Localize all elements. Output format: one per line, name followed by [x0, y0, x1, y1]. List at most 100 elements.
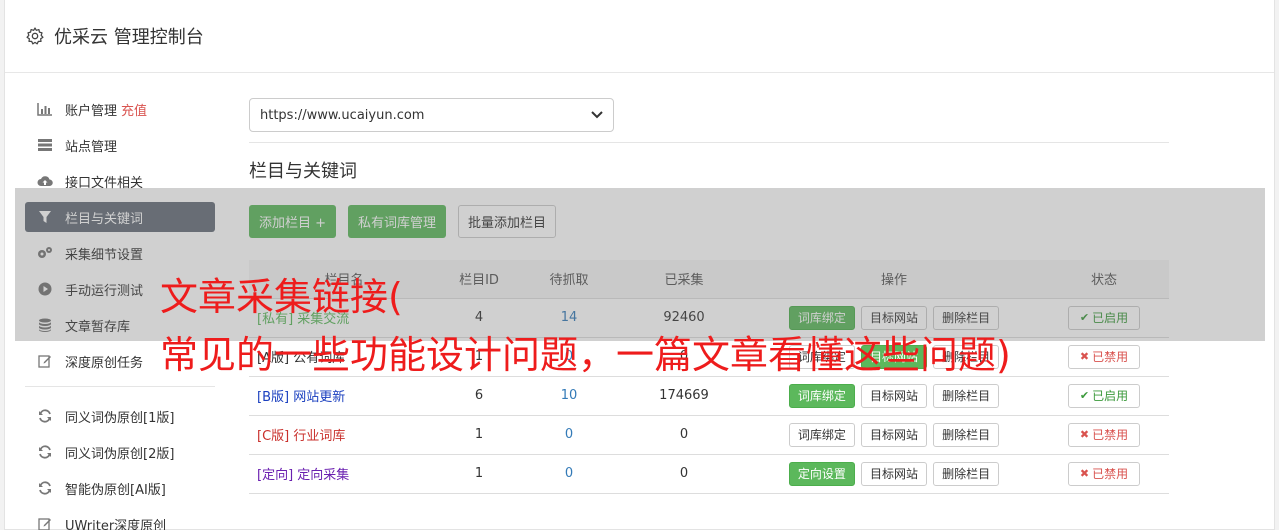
pending-count[interactable]: 0 [565, 427, 573, 442]
column-id: 1 [439, 454, 519, 494]
delete-column-button[interactable]: 删除栏目 [933, 461, 1000, 486]
column-header-actions: 操作 [749, 260, 1039, 299]
directed-settings-button[interactable]: 定向设置 [788, 461, 855, 486]
sidebar-item-label: 同义词伪原创[2版] [65, 446, 175, 462]
pending-count[interactable]: 0 [565, 349, 573, 364]
sidebar-item-label: 栏目与关键词 [65, 211, 144, 227]
pending-count[interactable]: 14 [561, 310, 578, 325]
sidebar-item-collect-settings[interactable]: 采集细节设置 [25, 238, 215, 268]
column-header-status: 状态 [1039, 260, 1169, 299]
column-name-cell[interactable]: [B版] 网站更新 [249, 376, 439, 416]
refresh-icon [37, 444, 53, 460]
column-id: 1 [439, 415, 519, 455]
column-header-pending: 待抓取 [519, 260, 619, 299]
page-header: 优采云 管理控制台 [5, 0, 1274, 73]
pending-count[interactable]: 10 [561, 388, 578, 403]
filter-icon [37, 209, 53, 225]
sidebar-item-label: 接口文件相关 [65, 175, 144, 191]
status-label: 已禁用 [1092, 428, 1129, 442]
close-icon: ✖ [1079, 467, 1090, 480]
target-site-button[interactable]: 目标网站 [860, 344, 927, 369]
table-row: [私有] 采集交流 4 14 92460 词库绑定 目标网站 删除栏目 ✔ 已启用 [249, 298, 1169, 338]
target-site-button[interactable]: 目标网站 [860, 305, 927, 330]
status-toggle[interactable]: ✖ 已禁用 [1068, 461, 1140, 486]
batch-add-button[interactable]: 批量添加栏目 [458, 205, 557, 238]
column-tag: [A版] [257, 351, 290, 366]
sidebar-item-manual-run[interactable]: 手动运行测试 [25, 274, 215, 304]
sidebar-item-synonym-v2[interactable]: 同义词伪原创[2版] [25, 437, 215, 467]
column-name: 公有词库 [293, 351, 346, 366]
column-name-cell[interactable]: [C版] 行业词库 [249, 415, 439, 455]
status-toggle[interactable]: ✔ 已启用 [1068, 305, 1140, 330]
column-tag: [私有] [257, 312, 294, 327]
delete-column-button[interactable]: 删除栏目 [933, 305, 1000, 330]
sidebar-item-sites[interactable]: 站点管理 [25, 130, 215, 160]
column-header-name: 栏目名 [249, 260, 439, 299]
target-site-button[interactable]: 目标网站 [860, 461, 927, 486]
sidebar-divider [25, 386, 215, 387]
server-icon [37, 137, 53, 153]
target-site-button[interactable]: 目标网站 [860, 422, 927, 447]
column-tag: [B版] [257, 390, 290, 405]
close-icon: ✖ [1079, 350, 1090, 363]
sidebar-item-uwriter[interactable]: UWriter深度原创 [25, 509, 215, 530]
lexicon-bind-button[interactable]: 词库绑定 [788, 422, 855, 447]
column-name-cell[interactable]: [私有] 采集交流 [249, 298, 439, 338]
column-header-id: 栏目ID [439, 260, 519, 299]
sidebar-item-columns-keywords[interactable]: 栏目与关键词 [25, 202, 215, 232]
delete-column-button[interactable]: 删除栏目 [933, 344, 1000, 369]
database-icon [37, 317, 53, 333]
private-lexicon-button[interactable]: 私有词库管理 [348, 205, 447, 238]
column-name: 网站更新 [293, 390, 346, 405]
site-select[interactable]: https://www.ucaiyun.com [249, 98, 614, 132]
lexicon-bind-button[interactable]: 词库绑定 [788, 344, 855, 369]
column-name: 定向采集 [297, 468, 350, 483]
table-row: [A版] 公有词库 1 0 0 词库绑定 目标网站 删除栏目 ✖ 已禁用 [249, 337, 1169, 377]
collected-count: 92460 [619, 298, 749, 338]
column-id: 1 [439, 337, 519, 377]
table-row: [B版] 网站更新 6 10 174669 词库绑定 目标网站 删除栏目 ✔ 已启… [249, 376, 1169, 416]
sidebar-item-article-store[interactable]: 文章暂存库 [25, 310, 215, 340]
sidebar-item-deep-original[interactable]: 深度原创任务 [25, 346, 215, 376]
columns-table: 栏目名 栏目ID 待抓取 已采集 操作 状态 [私有] 采集交流 4 14 92… [249, 260, 1169, 494]
sidebar-item-label: 采集细节设置 [65, 247, 144, 263]
target-site-button[interactable]: 目标网站 [860, 383, 927, 408]
sidebar-item-label: 账户管理 [65, 103, 118, 119]
pending-count[interactable]: 0 [565, 466, 573, 481]
column-name: 采集交流 [297, 312, 350, 327]
cloud-upload-icon [37, 173, 53, 189]
play-icon [37, 281, 53, 297]
sidebar-item-label: 文章暂存库 [65, 319, 131, 335]
column-name-cell[interactable]: [A版] 公有词库 [249, 337, 439, 377]
sidebar-item-ai-rewrite[interactable]: 智能伪原创[AI版] [25, 473, 215, 503]
status-label: 已禁用 [1092, 467, 1129, 481]
table-row: [C版] 行业词库 1 0 0 词库绑定 目标网站 删除栏目 ✖ 已禁用 [249, 415, 1169, 455]
refresh-icon [37, 480, 53, 496]
lexicon-bind-button[interactable]: 词库绑定 [788, 383, 855, 408]
column-header-collected: 已采集 [619, 260, 749, 299]
collected-count: 0 [619, 415, 749, 455]
page-title: 优采云 管理控制台 [54, 27, 204, 48]
sidebar-item-account[interactable]: 账户管理 充值 [25, 94, 215, 124]
lexicon-bind-button[interactable]: 词库绑定 [788, 305, 855, 330]
edit-icon [37, 516, 53, 530]
collected-count: 0 [619, 337, 749, 377]
status-toggle[interactable]: ✔ 已启用 [1068, 383, 1140, 408]
status-label: 已启用 [1092, 389, 1129, 403]
bar-chart-icon [37, 101, 53, 117]
check-icon: ✔ [1079, 389, 1090, 402]
status-toggle[interactable]: ✖ 已禁用 [1068, 422, 1140, 447]
column-name-cell[interactable]: [定向] 定向采集 [249, 454, 439, 494]
delete-column-button[interactable]: 删除栏目 [933, 383, 1000, 408]
sidebar-item-label: 站点管理 [65, 139, 118, 155]
add-column-button[interactable]: 添加栏目 + [249, 205, 337, 238]
section-divider [249, 142, 1169, 143]
table-row: [定向] 定向采集 1 0 0 定向设置 目标网站 删除栏目 ✖ 已禁用 [249, 454, 1169, 494]
sidebar-item-synonym-v1[interactable]: 同义词伪原创[1版] [25, 401, 215, 431]
status-toggle[interactable]: ✖ 已禁用 [1068, 344, 1140, 369]
sidebar-item-label: 手动运行测试 [65, 283, 144, 299]
recharge-link[interactable]: 充值 [121, 100, 147, 119]
sidebar-item-api-files[interactable]: 接口文件相关 [25, 166, 215, 196]
delete-column-button[interactable]: 删除栏目 [933, 422, 1000, 447]
column-tag: [C版] [257, 429, 290, 444]
